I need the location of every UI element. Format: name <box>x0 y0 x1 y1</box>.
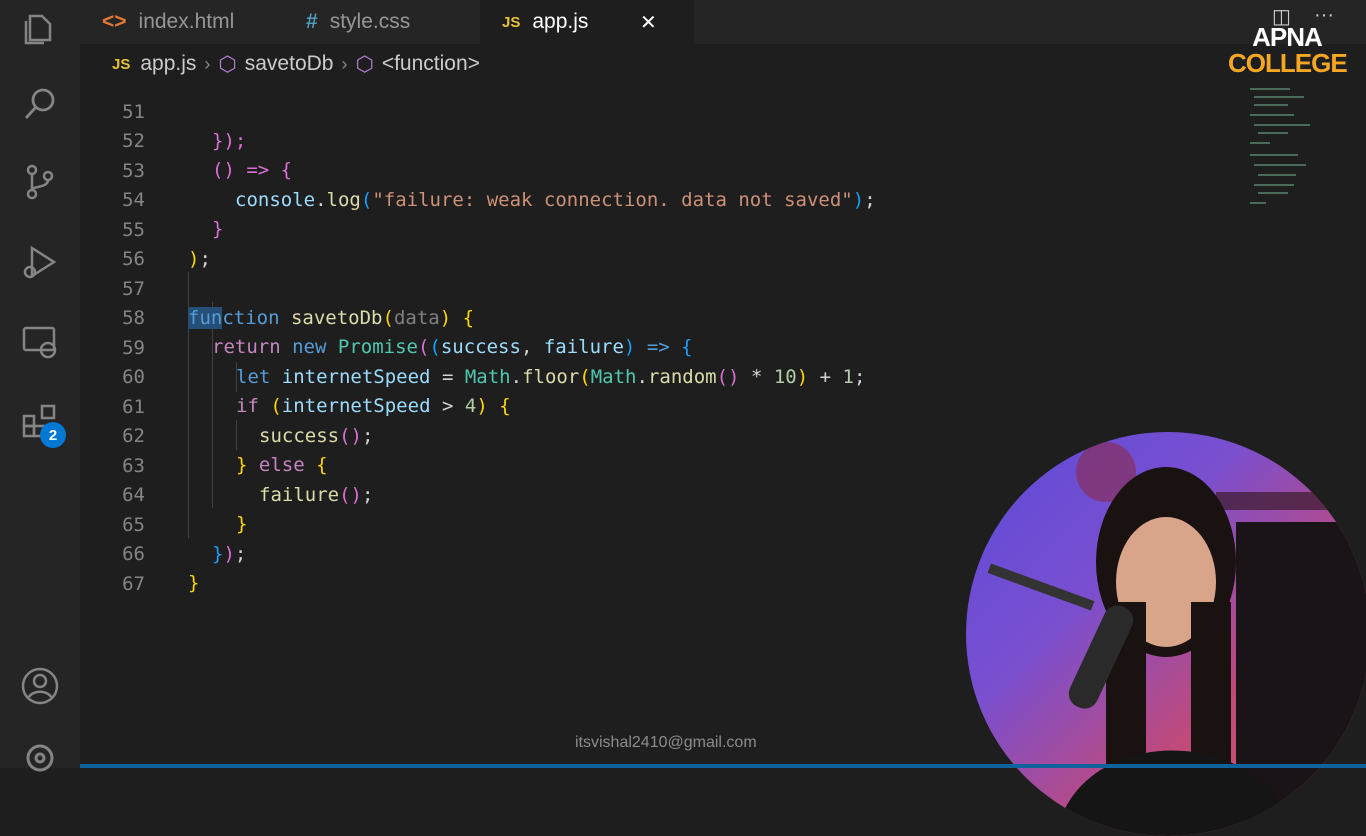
code-line: 58 return new Promise((success, failure)… <box>80 275 1240 358</box>
tab-app-js[interactable]: JS app.js ✕ <box>480 0 694 44</box>
code-line: 61 success(); <box>80 364 1240 447</box>
minimap[interactable] <box>1244 84 1314 214</box>
code-line: 51 }); <box>80 84 1240 152</box>
code-line: 60 if (internetSpeed > 4) { <box>80 334 1240 417</box>
html-file-icon: <> <box>102 10 127 33</box>
run-debug-icon[interactable] <box>18 240 62 284</box>
code-line: 57 function savetoDb(data) { <box>80 246 1240 329</box>
tab-style-css[interactable]: # style.css <box>280 0 506 44</box>
breadcrumb-file[interactable]: app.js <box>140 52 196 76</box>
tab-bar: <> index.html # style.css JS app.js ✕ ◫ … <box>80 0 1366 44</box>
js-file-icon: JS <box>502 13 521 31</box>
watermark-email: itsvishal2410@gmail.com <box>575 734 757 751</box>
symbol-function-icon: ⬡ <box>355 52 374 76</box>
activity-bar: 2 <box>0 0 80 772</box>
tab-label: index.html <box>138 10 235 33</box>
chevron-right-icon: › <box>204 53 211 74</box>
code-line: 59 let internetSpeed = Math.floor(Math.r… <box>80 305 1240 388</box>
code-line: 53 console.log("failure: weak connection… <box>80 128 1240 211</box>
tab-index-html[interactable]: <> index.html <box>80 0 302 44</box>
breadcrumb: JS app.js › ⬡ savetoDb › ⬡ <function> <box>80 44 1366 84</box>
code-line: 55 ); <box>80 187 1240 270</box>
js-file-icon: JS <box>112 55 131 73</box>
line-number: 67 <box>122 573 145 595</box>
presenter-video <box>987 442 1366 836</box>
code-line: 54 } <box>80 157 1240 240</box>
explorer-icon[interactable] <box>18 6 62 50</box>
remote-explorer-icon[interactable] <box>18 320 62 364</box>
apna-college-logo: APNA COLLEGE <box>1228 22 1348 78</box>
account-icon[interactable] <box>18 664 62 708</box>
code-line: 56 <box>80 216 1240 270</box>
chevron-right-icon: › <box>341 53 348 74</box>
breadcrumb-symbol[interactable]: savetoDb <box>245 52 334 76</box>
tab-label: style.css <box>329 10 411 33</box>
code-line: 62 } else { <box>80 393 1240 476</box>
css-file-icon: # <box>306 10 318 33</box>
search-icon[interactable] <box>18 82 62 126</box>
tab-label: app.js <box>532 10 589 33</box>
code-line: 52 () => { <box>80 98 1240 181</box>
code-line: 63 failure(); <box>80 423 1240 506</box>
symbol-function-icon: ⬡ <box>218 52 237 76</box>
webcam-overlay <box>966 432 1366 836</box>
breadcrumb-symbol[interactable]: <function> <box>382 52 480 76</box>
settings-gear-icon[interactable] <box>18 736 62 780</box>
source-control-icon[interactable] <box>18 160 62 204</box>
extensions-badge: 2 <box>40 422 66 448</box>
close-tab-icon[interactable]: ✕ <box>640 10 657 35</box>
status-bar <box>80 764 1366 768</box>
